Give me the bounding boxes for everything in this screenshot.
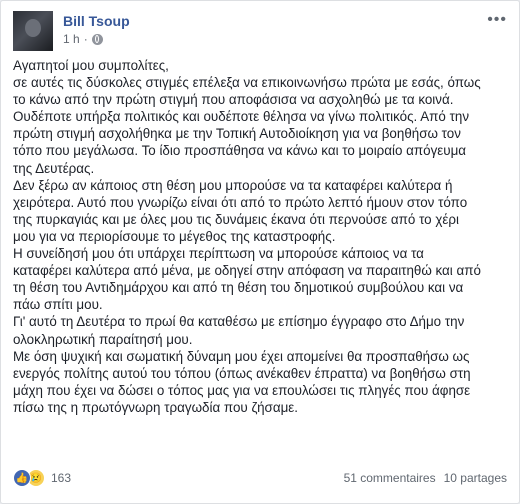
more-options-icon[interactable]: ••• [487,11,507,29]
post-text-line: Γι' αυτό τη Δευτέρα το πρωί θα καταθέσω … [13,314,465,330]
post-stats: 51 commentaires 10 partages [344,471,507,485]
post-text-line: μου για να περιορίσουμε το μέγεθος της κ… [13,228,336,244]
post-text-line: χειρότερα. Αυτό που γνωρίζω είναι ότι απ… [13,194,468,210]
post-text-line: πάω σπίτι μου. [13,297,103,313]
post-text-line: το κάνω από την πρώτη στιγμή που αποφάσι… [13,92,454,108]
post-text-line: καταφέρει καλύτερα από μένα, με οδηγεί σ… [13,263,481,279]
shares-link[interactable]: 10 partages [444,471,507,485]
post-text-line: μάχη που έχει να δώσει ο τόπος μας για ν… [13,382,471,398]
reaction-count: 163 [51,471,72,485]
post-text-line: πίσω της η πρωτόγνωρη τραγωδία που ζήσαμ… [13,399,298,415]
post-header: Bill Tsoup 1 h · ••• [13,7,507,51]
post-text-line: πρώτη στιγμή ασχολήθηκα με την Τοπική Αυ… [13,126,461,142]
post-text-line: Η συνείδησή μου ότι υπάρχει περίπτωση να… [13,246,424,262]
post-card: Bill Tsoup 1 h · ••• Αγαπητοί μου συμπολ… [0,0,520,504]
meta-separator: · [83,32,88,46]
comments-link[interactable]: 51 commentaires [344,471,436,485]
post-text-line: σε αυτές τις δύσκολες στιγμές επέλεξα να… [13,75,481,91]
author-name[interactable]: Bill Tsoup [63,13,130,29]
post-time[interactable]: 1 h [63,32,80,46]
reactions-summary[interactable]: 👍 😢 163 [13,469,71,487]
post-text-line: της Δευτέρας. [13,160,95,176]
post-text-line: Αγαπητοί μου συμπολίτες, [13,58,169,73]
post-text-line: Δεν ξέρω αν κάποιος στη θέση μου μπορούσ… [13,177,453,193]
like-reaction-icon: 👍 [13,469,31,487]
post-footer: 👍 😢 163 51 commentaires 10 partages [13,467,507,489]
post-text-line: τη θέση του Αντιδημάρχου και από τη θέση… [13,280,464,296]
avatar[interactable] [13,11,53,51]
post-text-line: Με όση ψυχική και σωματική δύναμη μου έχ… [13,348,470,364]
post-text-line: τόπο που μεγάλωσα. Το ίδιο προσπάθησα να… [13,143,467,159]
post-meta: 1 h · [63,32,103,46]
post-text-line: Ουδέποτε υπήρξα πολιτικός και ουδέποτε θ… [13,109,470,125]
globe-icon[interactable] [91,33,103,45]
post-text-line: της πυρκαγιάς και με όλες μου τις δυνάμε… [13,211,459,227]
post-text-line: ενεργός πολίτης αυτού του τόπου (όπως αν… [13,365,471,381]
post-text: Αγαπητοί μου συμπολίτες, σε αυτές τις δύσ… [13,57,509,416]
post-text-line: ολοκληρωτική παραίτησή μου. [13,331,193,347]
